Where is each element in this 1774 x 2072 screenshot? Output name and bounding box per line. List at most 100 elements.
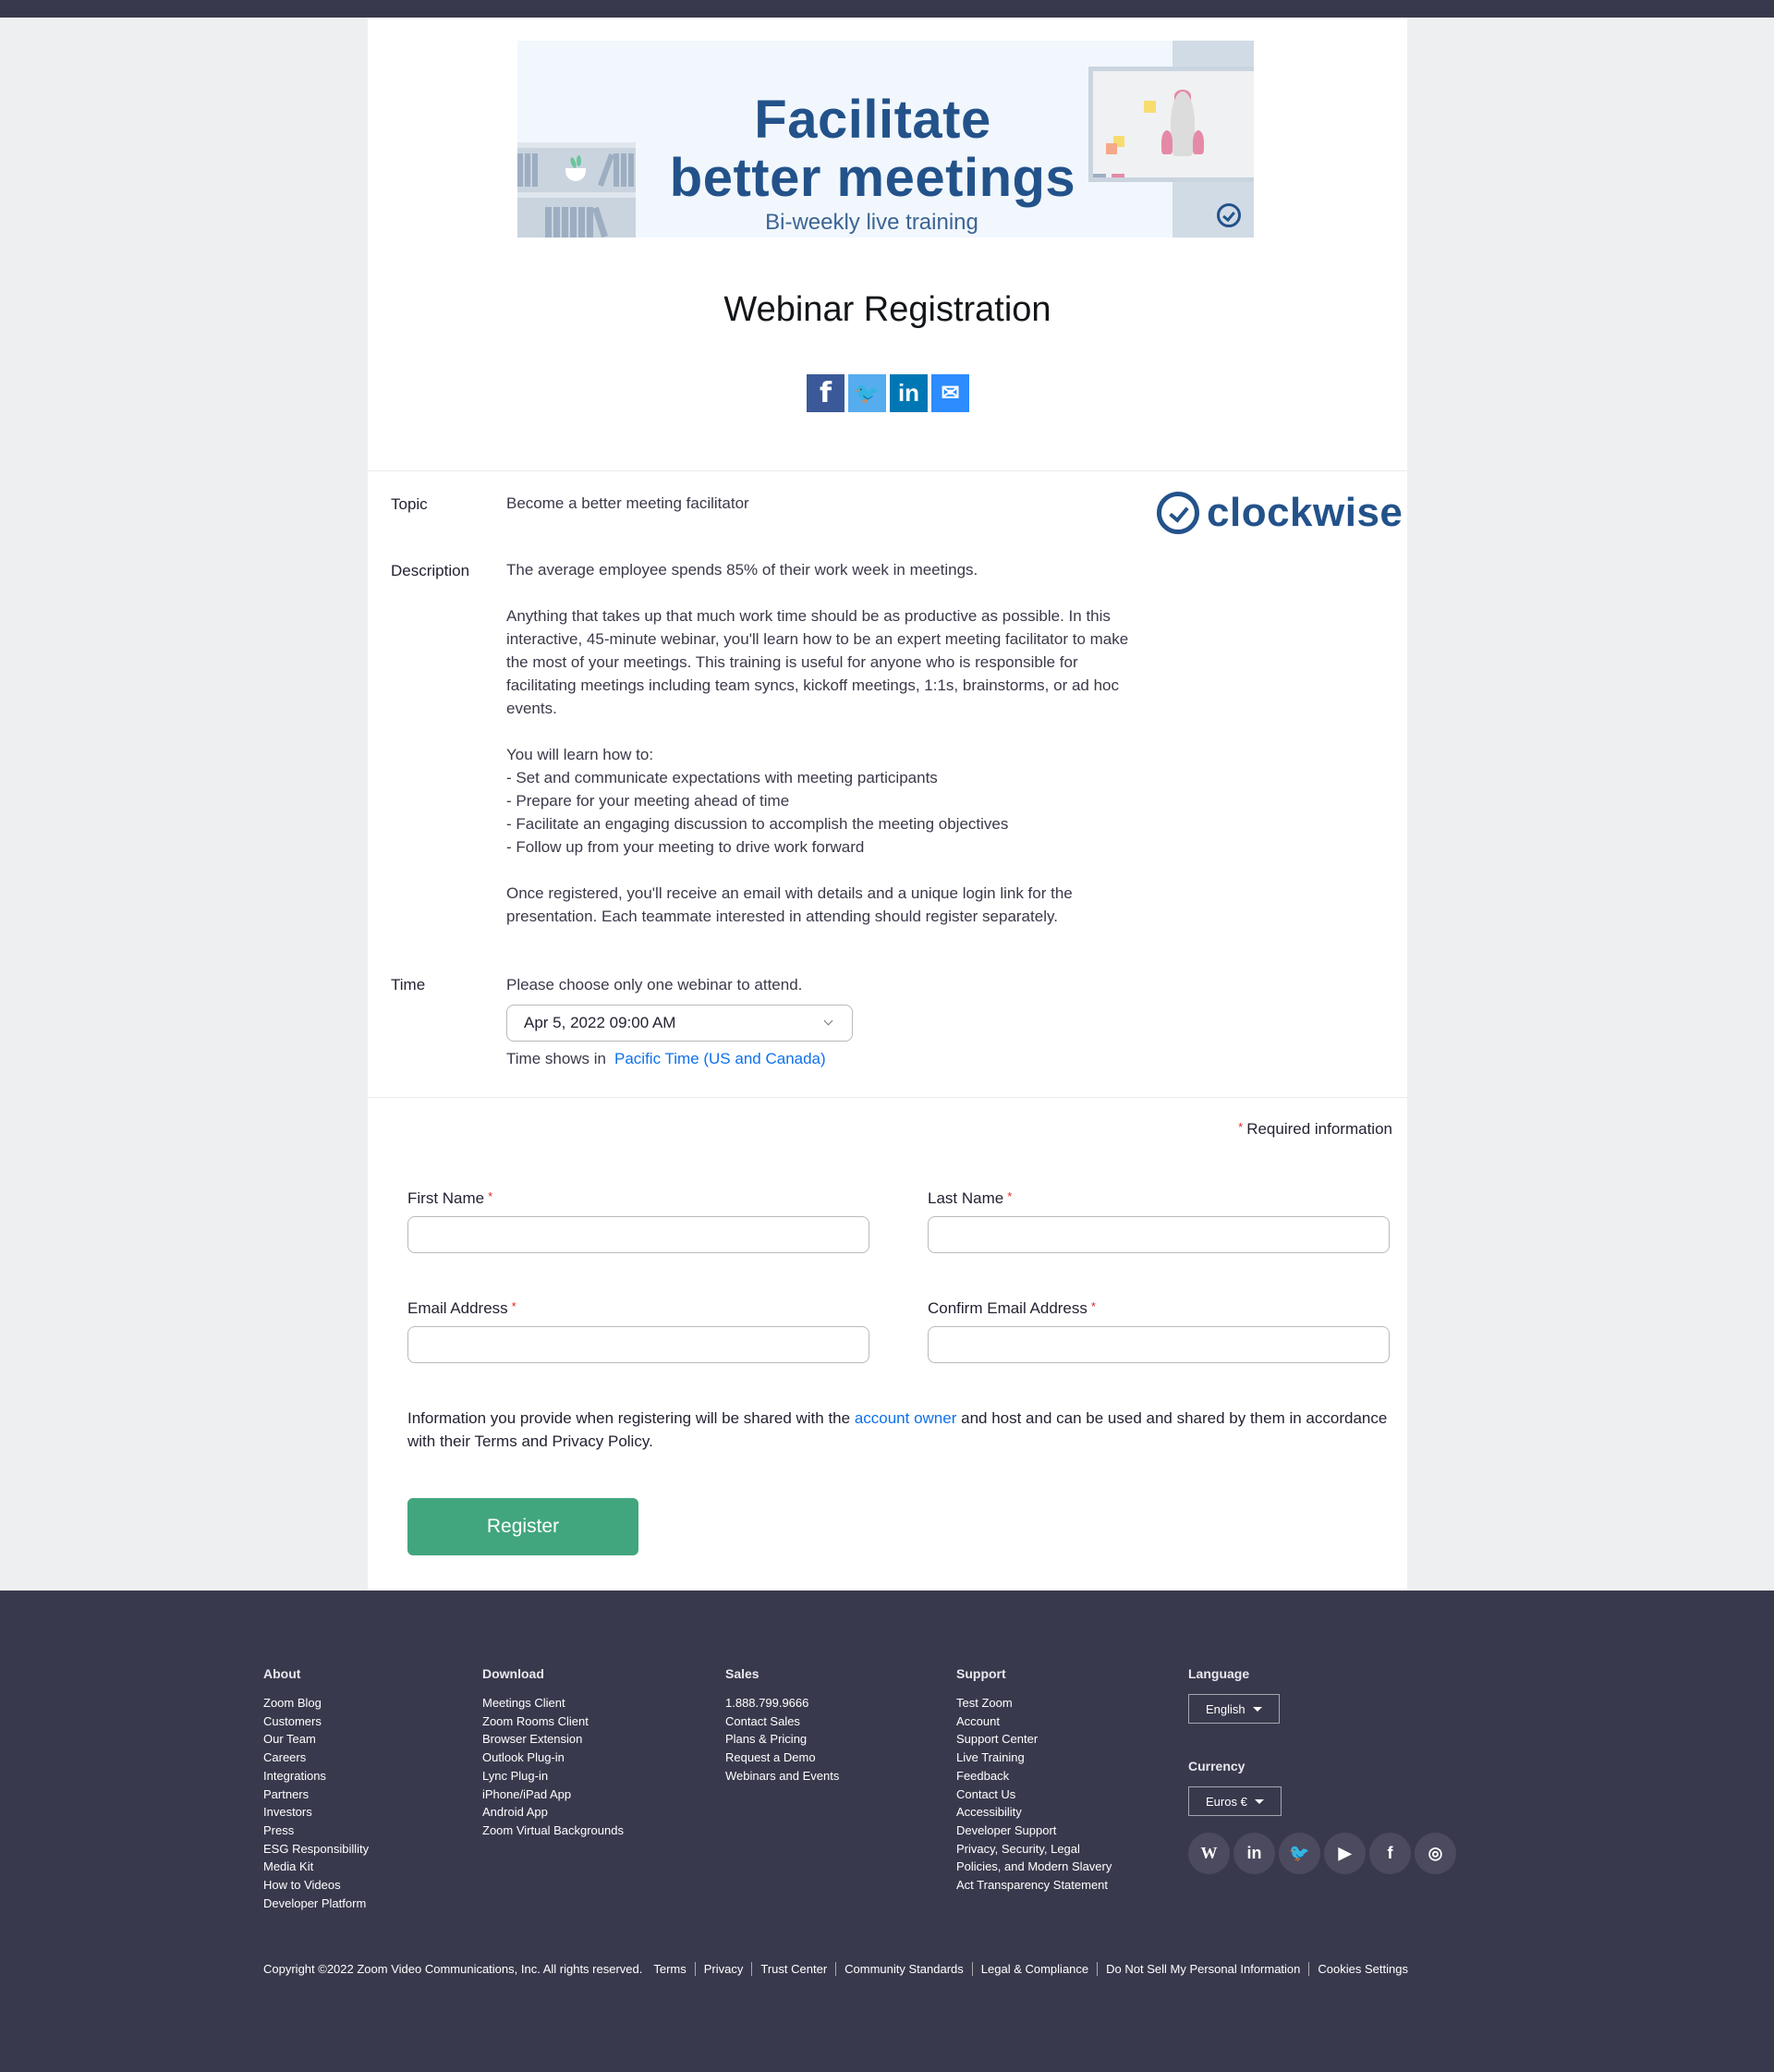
caret-down-icon	[1254, 1798, 1264, 1804]
twitter-icon[interactable]: 🐦	[1279, 1833, 1320, 1874]
chevron-down-icon	[823, 1016, 833, 1026]
footer-link[interactable]: Outlook Plug-in	[482, 1749, 624, 1767]
footer-link[interactable]: Live Training	[956, 1749, 1112, 1767]
first-name-label: First Name *	[407, 1189, 493, 1207]
footer-link[interactable]: Media Kit	[263, 1858, 369, 1876]
required-asterisk: *	[1238, 1120, 1244, 1134]
footer-link[interactable]: Act Transparency Statement	[956, 1876, 1112, 1895]
share-buttons: f 🐦 in ✉	[807, 374, 969, 412]
youtube-icon[interactable]: ▶	[1324, 1833, 1366, 1874]
confirm-email-label: Confirm Email Address *	[928, 1299, 1096, 1317]
webinar-time-select[interactable]: Apr 5, 2022 09:00 AM	[506, 1005, 853, 1042]
footer-link[interactable]: Zoom Virtual Backgrounds	[482, 1822, 624, 1840]
required-note: * Required information	[1238, 1120, 1392, 1138]
footer-link[interactable]: Android App	[482, 1803, 624, 1822]
footer-link[interactable]: Contact Us	[956, 1786, 1112, 1804]
page-title: Webinar Registration	[723, 290, 1051, 329]
whiteboard-illustration	[1088, 67, 1254, 182]
topic-value: Become a better meeting facilitator	[506, 494, 749, 512]
footer-link[interactable]: Lync Plug-in	[482, 1767, 624, 1786]
facebook-share-button[interactable]: f	[807, 374, 844, 412]
legal-link-legal-compliance[interactable]: Legal & Compliance	[971, 1962, 1097, 1976]
privacy-notice: Information you provide when registering…	[407, 1409, 1388, 1450]
social-links: W in 🐦 ▶ f ◎	[1188, 1833, 1456, 1874]
footer-link[interactable]: Zoom Rooms Client	[482, 1712, 624, 1731]
twitter-share-button[interactable]: 🐦	[848, 374, 886, 412]
registration-card: Facilitate better meetings Bi-weekly liv…	[368, 18, 1407, 1591]
legal-link-community-standards[interactable]: Community Standards	[835, 1962, 972, 1976]
footer-link[interactable]: Contact Sales	[725, 1712, 839, 1731]
wordpress-icon[interactable]: W	[1188, 1833, 1230, 1874]
footer-link[interactable]: How to Videos	[263, 1876, 369, 1895]
account-owner-link[interactable]: account owner	[855, 1409, 957, 1427]
confirm-email-input[interactable]	[928, 1326, 1390, 1363]
timezone-link[interactable]: Pacific Time (US and Canada)	[614, 1050, 826, 1067]
footer-link[interactable]: Press	[263, 1822, 369, 1840]
footer-link[interactable]: Zoom Blog	[263, 1694, 369, 1712]
footer-link[interactable]: Plans & Pricing	[725, 1730, 839, 1749]
copyright-bar: Copyright ©2022 Zoom Video Communication…	[263, 1962, 1416, 1976]
time-label: Time	[391, 976, 426, 993]
topic-label: Topic	[391, 495, 428, 513]
instagram-icon[interactable]: ◎	[1415, 1833, 1456, 1874]
footer-link[interactable]: Webinars and Events	[725, 1767, 839, 1786]
clockwise-check-icon	[1217, 203, 1241, 227]
description-text: The average employee spends 85% of their…	[506, 561, 1129, 925]
footer: About Zoom Blog Customers Our Team Caree…	[0, 1591, 1774, 2072]
footer-link[interactable]: Request a Demo	[725, 1749, 839, 1767]
footer-column-about: About Zoom Blog Customers Our Team Caree…	[263, 1666, 369, 1912]
footer-link[interactable]: Developer Support	[956, 1822, 1112, 1840]
email-label: Email Address *	[407, 1299, 516, 1317]
legal-link-trust-center[interactable]: Trust Center	[751, 1962, 835, 1976]
footer-link[interactable]: 1.888.799.9666	[725, 1694, 839, 1712]
footer-column-support: Support Test Zoom Account Support Center…	[956, 1666, 1112, 1895]
caret-down-icon	[1252, 1706, 1262, 1712]
timezone-info: Time shows in Pacific Time (US and Canada…	[506, 1050, 826, 1067]
footer-link[interactable]: Integrations	[263, 1767, 369, 1786]
linkedin-share-button[interactable]: in	[890, 374, 928, 412]
legal-link-privacy[interactable]: Privacy	[694, 1962, 752, 1976]
section-divider	[368, 1097, 1407, 1098]
currency-dropdown[interactable]: Euros €	[1188, 1786, 1282, 1816]
linkedin-icon[interactable]: in	[1233, 1833, 1275, 1874]
footer-link[interactable]: Test Zoom	[956, 1694, 1112, 1712]
webinar-banner: Facilitate better meetings Bi-weekly liv…	[517, 41, 1254, 238]
footer-link[interactable]: iPhone/iPad App	[482, 1786, 624, 1804]
footer-link[interactable]: Policies, and Modern Slavery	[956, 1858, 1112, 1876]
copyright-text: Copyright ©2022 Zoom Video Communication…	[263, 1962, 643, 1976]
clockwise-logo: clockwise	[1157, 490, 1403, 536]
clockwise-check-icon	[1157, 492, 1199, 534]
footer-link[interactable]: Support Center	[956, 1730, 1112, 1749]
footer-column-download: Download Meetings Client Zoom Rooms Clie…	[482, 1666, 624, 1840]
facebook-icon[interactable]: f	[1369, 1833, 1411, 1874]
legal-link-cookies-settings[interactable]: Cookies Settings	[1308, 1962, 1416, 1976]
footer-link[interactable]: Privacy, Security, Legal	[956, 1840, 1112, 1859]
language-dropdown[interactable]: English	[1188, 1694, 1280, 1724]
footer-link[interactable]: Meetings Client	[482, 1694, 624, 1712]
footer-link[interactable]: Customers	[263, 1712, 369, 1731]
last-name-label: Last Name *	[928, 1189, 1013, 1207]
top-bar	[0, 0, 1774, 18]
banner-subtitle: Bi-weekly live training	[765, 210, 978, 235]
footer-link[interactable]: Developer Platform	[263, 1895, 369, 1913]
footer-link[interactable]: ESG Responsibillity	[263, 1840, 369, 1859]
footer-link[interactable]: Account	[956, 1712, 1112, 1731]
footer-link[interactable]: Feedback	[956, 1767, 1112, 1786]
legal-link-terms[interactable]: Terms	[642, 1962, 694, 1976]
email-share-button[interactable]: ✉	[931, 374, 969, 412]
footer-column-language: Language English Currency Euros €	[1188, 1666, 1282, 1816]
section-divider	[368, 470, 1407, 471]
legal-link-do-not-sell[interactable]: Do Not Sell My Personal Information	[1097, 1962, 1308, 1976]
time-hint: Please choose only one webinar to attend…	[506, 976, 803, 993]
footer-link[interactable]: Accessibility	[956, 1803, 1112, 1822]
email-input[interactable]	[407, 1326, 869, 1363]
footer-link[interactable]: Partners	[263, 1786, 369, 1804]
register-button[interactable]: Register	[407, 1498, 638, 1555]
first-name-input[interactable]	[407, 1216, 869, 1253]
footer-link[interactable]: Browser Extension	[482, 1730, 624, 1749]
last-name-input[interactable]	[928, 1216, 1390, 1253]
footer-link[interactable]: Investors	[263, 1803, 369, 1822]
footer-link[interactable]: Our Team	[263, 1730, 369, 1749]
description-label: Description	[391, 562, 470, 579]
footer-link[interactable]: Careers	[263, 1749, 369, 1767]
